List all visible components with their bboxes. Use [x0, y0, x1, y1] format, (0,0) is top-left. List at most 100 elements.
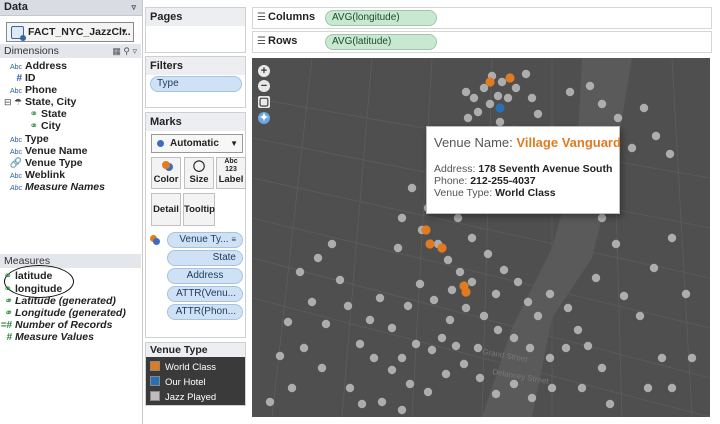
venue-dot-jazz[interactable]	[597, 213, 607, 223]
field-measure-values[interactable]: # Measure Values	[0, 331, 94, 344]
zoom-out-icon[interactable]: −	[258, 80, 270, 92]
venue-dot-jazz[interactable]	[265, 397, 275, 407]
venue-dot-jazz[interactable]	[397, 405, 407, 415]
venue-dot-jazz[interactable]	[317, 363, 327, 373]
rows-pill[interactable]: AVG(latitude)	[325, 34, 437, 50]
venue-dot-jazz[interactable]	[295, 267, 305, 277]
venue-dot-jazz[interactable]	[503, 93, 513, 103]
venue-dot-world-class[interactable]	[459, 281, 469, 291]
venue-dot-jazz[interactable]	[561, 343, 571, 353]
venue-dot-jazz[interactable]	[667, 233, 677, 243]
filter-pill-type[interactable]: Type	[150, 76, 242, 92]
venue-dot-jazz[interactable]	[565, 87, 575, 97]
venue-dot-jazz[interactable]	[639, 103, 649, 113]
venue-dot-jazz[interactable]	[527, 393, 537, 403]
venue-dot-jazz[interactable]	[365, 315, 375, 325]
venue-dot-jazz[interactable]	[387, 323, 397, 333]
venue-dot-jazz[interactable]	[619, 291, 629, 301]
venue-dot-jazz[interactable]	[523, 297, 533, 307]
venue-dot-jazz[interactable]	[369, 353, 379, 363]
venue-dot-jazz[interactable]	[497, 77, 507, 87]
detail-button[interactable]: Detail	[151, 193, 181, 226]
zoom-in-icon[interactable]: +	[258, 65, 270, 77]
venue-dot-jazz[interactable]	[687, 353, 697, 363]
select-icon[interactable]: ▢	[258, 96, 270, 108]
filters-card[interactable]: Filters Type	[145, 56, 246, 108]
venue-dot-jazz[interactable]	[427, 345, 437, 355]
venue-dot-jazz[interactable]	[521, 69, 531, 79]
venue-dot-jazz[interactable]	[459, 359, 469, 369]
mark-type-dropdown[interactable]: Automatic ▼	[151, 134, 243, 153]
venue-dot-jazz[interactable]	[485, 99, 495, 109]
venue-dot-jazz[interactable]	[681, 289, 691, 299]
pane-menu-icon[interactable]: ▿	[131, 0, 136, 15]
venue-dot-jazz[interactable]	[407, 183, 417, 193]
legend-item-our-hotel[interactable]: Our Hotel	[150, 376, 206, 388]
venue-dot-jazz[interactable]	[613, 113, 623, 123]
map-view[interactable]: Grand Street Delancey Street + − ▢ ✦	[252, 58, 710, 417]
venue-dot-world-class[interactable]	[421, 225, 431, 235]
columns-shelf[interactable]: ☰ Columns AVG(longitude)	[252, 7, 712, 29]
venue-dot-jazz[interactable]	[475, 373, 485, 383]
venue-dot-jazz[interactable]	[635, 311, 645, 321]
venue-dot-jazz[interactable]	[287, 383, 297, 393]
venue-dot-jazz[interactable]	[355, 339, 365, 349]
marks-pill-address[interactable]: Address	[167, 268, 243, 284]
venue-dot-jazz[interactable]	[461, 87, 471, 97]
venue-dot-jazz[interactable]	[357, 399, 367, 409]
venue-dot-jazz[interactable]	[479, 311, 489, 321]
marks-pill-attr-venue[interactable]: ATTR(Venu...	[167, 286, 243, 302]
venue-dot-jazz[interactable]	[583, 341, 593, 351]
dimensions-tools[interactable]: ▦ ⚲ ▿	[112, 44, 137, 58]
venue-dot-jazz[interactable]	[345, 383, 355, 393]
venue-dot-jazz[interactable]	[525, 343, 535, 353]
color-button[interactable]: Color	[151, 157, 181, 189]
venue-dot-jazz[interactable]	[533, 109, 543, 119]
venue-dot-jazz[interactable]	[415, 279, 425, 289]
venue-dot-jazz[interactable]	[437, 333, 447, 343]
marks-pill-state[interactable]: State	[167, 250, 243, 266]
legend-item-jazz-played[interactable]: Jazz Played	[150, 391, 216, 403]
venue-dot-jazz[interactable]	[455, 267, 465, 277]
rows-shelf[interactable]: ☰ Rows AVG(latitude)	[252, 31, 712, 53]
venue-dot-jazz[interactable]	[327, 239, 337, 249]
venue-dot-jazz[interactable]	[429, 295, 439, 305]
venue-dot-jazz[interactable]	[397, 213, 407, 223]
venue-dot-jazz[interactable]	[321, 319, 331, 329]
venue-dot-jazz[interactable]	[469, 93, 479, 103]
venue-dot-jazz[interactable]	[375, 293, 385, 303]
venue-dot-jazz[interactable]	[495, 117, 505, 127]
venue-dot-world-class[interactable]	[437, 243, 447, 253]
venue-dot-jazz[interactable]	[577, 383, 587, 393]
venue-dot-jazz[interactable]	[463, 113, 473, 123]
venue-dot-jazz[interactable]	[491, 389, 501, 399]
venue-dot-jazz[interactable]	[467, 233, 477, 243]
datasource-selector[interactable]: FACT_NYC_JazzCl... ▼	[6, 22, 134, 42]
venue-dot-jazz[interactable]	[511, 83, 521, 93]
venue-dot-jazz[interactable]	[509, 379, 519, 389]
venue-dot-jazz[interactable]	[591, 273, 601, 283]
venue-dot-jazz[interactable]	[643, 383, 653, 393]
venue-dot-jazz[interactable]	[447, 285, 457, 295]
venue-dot-jazz[interactable]	[545, 289, 555, 299]
marks-pill-attr-phone[interactable]: ATTR(Phon...	[167, 304, 243, 320]
venue-dot-jazz[interactable]	[493, 325, 503, 335]
venue-dot-jazz[interactable]	[411, 339, 421, 349]
venue-dot-jazz[interactable]	[527, 93, 537, 103]
pin-icon[interactable]: ✦	[258, 112, 270, 124]
venue-dot-jazz[interactable]	[665, 149, 675, 159]
venue-dot-world-class[interactable]	[485, 77, 495, 87]
venue-dot-jazz[interactable]	[307, 297, 317, 307]
marks-pill-venue-type[interactable]: Venue Ty... ≡	[167, 232, 243, 248]
venue-dot-jazz[interactable]	[657, 353, 667, 363]
venue-dot-jazz[interactable]	[509, 333, 519, 343]
field-latitude[interactable]: ⚭ latitude	[0, 270, 53, 283]
venue-dot-jazz[interactable]	[605, 399, 615, 409]
venue-dot-jazz[interactable]	[283, 317, 293, 327]
venue-dot-jazz[interactable]	[649, 263, 659, 273]
venue-dot-jazz[interactable]	[667, 383, 677, 393]
venue-dot-jazz[interactable]	[461, 303, 471, 313]
venue-dot-jazz[interactable]	[335, 275, 345, 285]
venue-dot-jazz[interactable]	[651, 131, 661, 141]
venue-dot-jazz[interactable]	[483, 249, 493, 259]
